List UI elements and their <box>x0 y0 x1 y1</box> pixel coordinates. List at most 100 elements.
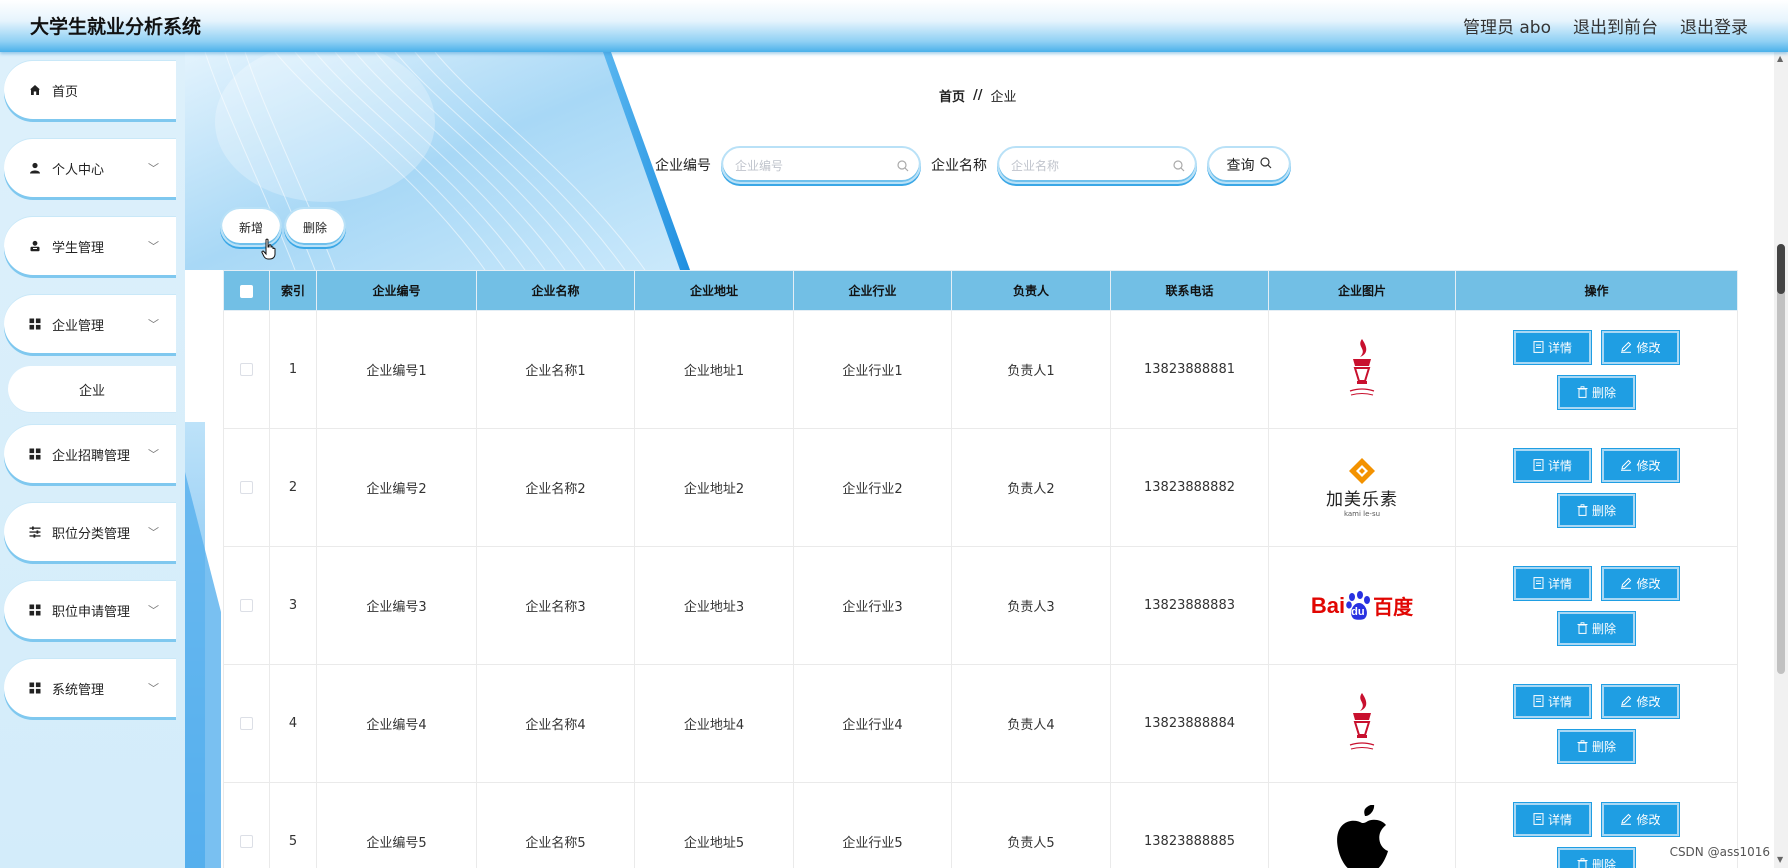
logout-link[interactable]: 退出登录 <box>1680 13 1748 38</box>
row-checkbox[interactable] <box>240 481 253 494</box>
sidebar-item-label: 职位分类管理 <box>52 526 131 542</box>
company-no-input[interactable] <box>735 156 885 176</box>
sidebar-item-position-application[interactable]: 职位申请管理 ﹀ <box>4 581 176 639</box>
edit-button-label: 修改 <box>1636 458 1661 473</box>
edit-button-label: 修改 <box>1636 576 1661 591</box>
cell-company-image <box>1268 782 1456 868</box>
jiamei-logo-text: 加美乐素 <box>1326 490 1398 510</box>
batch-delete-button[interactable]: 删除 <box>284 207 346 247</box>
chevron-down-icon: ﹀ <box>148 682 159 695</box>
edit-button[interactable]: 修改 <box>1601 447 1680 483</box>
sidebar-item-home[interactable]: 首页 <box>4 61 176 119</box>
cell-index: 5 <box>269 782 317 868</box>
detail-button-label: 详情 <box>1547 340 1572 355</box>
delete-button[interactable]: 删除 <box>1557 846 1636 868</box>
scroll-down-arrow-icon[interactable]: ▼ <box>1777 855 1783 864</box>
edit-button[interactable]: 修改 <box>1601 565 1680 601</box>
grid-icon <box>28 603 42 617</box>
delete-button[interactable]: 删除 <box>1557 374 1636 410</box>
edit-button[interactable]: 修改 <box>1601 329 1680 365</box>
row-select[interactable] <box>223 546 270 665</box>
sidebar-item-position-category[interactable]: 职位分类管理 ﹀ <box>4 503 176 561</box>
sidebar-subitem-company[interactable]: 企业 <box>8 366 176 412</box>
sidebar-item-label: 系统管理 <box>52 682 105 698</box>
cell-phone: 13823888883 <box>1110 546 1269 665</box>
chevron-down-icon: ﹀ <box>148 448 159 461</box>
table-header-row: 索引 企业编号 企业名称 企业地址 企业行业 负责人 联系电话 企业图片 操作 <box>223 270 1738 311</box>
sidebar-item-recruitment-management[interactable]: 企业招聘管理 ﹀ <box>4 425 176 483</box>
cell-owner: 负责人1 <box>951 310 1111 429</box>
row-checkbox[interactable] <box>240 363 253 376</box>
cell-company-name: 企业名称5 <box>476 782 635 868</box>
row-checkbox[interactable] <box>240 717 253 730</box>
edit-button[interactable]: 修改 <box>1601 683 1680 719</box>
column-header-company-image: 企业图片 <box>1268 270 1456 311</box>
row-select[interactable] <box>223 664 270 783</box>
chevron-down-icon: ﹀ <box>148 162 159 175</box>
company-no-field[interactable] <box>721 146 921 184</box>
sidebar-item-system-management[interactable]: 系统管理 ﹀ <box>4 659 176 717</box>
detail-button[interactable]: 详情 <box>1513 801 1592 837</box>
delete-button-label: 删除 <box>1591 739 1616 754</box>
cell-phone: 13823888884 <box>1110 664 1269 783</box>
cell-company-address: 企业地址1 <box>634 310 794 429</box>
column-header-phone: 联系电话 <box>1110 270 1269 311</box>
edit-button[interactable]: 修改 <box>1601 801 1680 837</box>
scrollbar-track-fill <box>1777 244 1785 674</box>
scrollbar-thumb[interactable] <box>1777 244 1785 294</box>
sidebar-item-personal-center[interactable]: 个人中心 ﹀ <box>4 139 176 197</box>
detail-button[interactable]: 详情 <box>1513 683 1592 719</box>
cell-company-name: 企业名称4 <box>476 664 635 783</box>
query-button[interactable]: 查询 <box>1207 146 1291 184</box>
detail-button-label: 详情 <box>1547 694 1572 709</box>
delete-button[interactable]: 删除 <box>1557 728 1636 764</box>
search-bar: 企业编号 企业名称 查询 <box>655 146 1291 184</box>
action-row: 新增 删除 <box>220 207 346 247</box>
scroll-up-arrow-icon[interactable]: ▲ <box>1777 54 1783 63</box>
cell-company-no: 企业编号1 <box>316 310 477 429</box>
breadcrumb-separator: // <box>973 88 983 103</box>
delete-button[interactable]: 删除 <box>1557 610 1636 646</box>
company-name-input[interactable] <box>1011 156 1161 176</box>
column-header-index: 索引 <box>269 270 317 311</box>
row-checkbox[interactable] <box>240 835 253 848</box>
row-select[interactable] <box>223 782 270 868</box>
back-to-frontend-link[interactable]: 退出到前台 <box>1573 13 1658 38</box>
table-row[interactable]: 5 企业编号5 企业名称5 企业地址5 企业行业5 负责人5 138238888… <box>223 782 1738 868</box>
row-select[interactable] <box>223 310 270 429</box>
search-icon <box>897 157 909 176</box>
header-select-all[interactable] <box>223 270 270 311</box>
trash-icon <box>1577 740 1588 752</box>
column-header-company-no: 企业编号 <box>316 270 477 311</box>
baidu-logo-paw: du <box>1345 590 1373 621</box>
detail-button[interactable]: 详情 <box>1513 565 1592 601</box>
breadcrumb-home[interactable]: 首页 <box>939 86 965 105</box>
delete-button[interactable]: 删除 <box>1557 492 1636 528</box>
page-scrollbar[interactable]: ▲ ▼ <box>1774 52 1788 868</box>
cell-phone: 13823888881 <box>1110 310 1269 429</box>
edit-icon <box>1621 459 1632 471</box>
company-name-field[interactable] <box>997 146 1197 184</box>
column-header-company-address: 企业地址 <box>634 270 794 311</box>
sidebar-item-student-management[interactable]: 学生管理 ﹀ <box>4 217 176 275</box>
select-all-checkbox[interactable] <box>240 284 253 298</box>
table-row[interactable]: 1 企业编号1 企业名称1 企业地址1 企业行业1 负责人1 138238888… <box>223 310 1738 429</box>
detail-button[interactable]: 详情 <box>1513 447 1592 483</box>
sidebar-item-company-management[interactable]: 企业管理 ﹀ <box>4 295 176 353</box>
row-select[interactable] <box>223 428 270 547</box>
admin-user-link[interactable]: 管理员 abo <box>1463 13 1551 38</box>
delete-button-label: 删除 <box>1591 503 1616 518</box>
column-header-company-name: 企业名称 <box>476 270 635 311</box>
student-icon <box>28 239 42 253</box>
table-row[interactable]: 3 企业编号3 企业名称3 企业地址3 企业行业3 负责人3 138238888… <box>223 546 1738 665</box>
cell-company-image <box>1268 310 1456 429</box>
detail-button[interactable]: 详情 <box>1513 329 1592 365</box>
baidu-logo-bai: Bai <box>1310 592 1346 618</box>
row-checkbox[interactable] <box>240 599 253 612</box>
document-icon <box>1533 577 1544 589</box>
chevron-down-icon: ﹀ <box>148 604 159 617</box>
table-row[interactable]: 4 企业编号4 企业名称4 企业地址4 企业行业4 负责人4 138238888… <box>223 664 1738 783</box>
table-row[interactable]: 2 企业编号2 企业名称2 企业地址2 企业行业2 负责人2 138238888… <box>223 428 1738 547</box>
top-bar: 大学生就业分析系统 管理员 abo 退出到前台 退出登录 <box>0 0 1788 52</box>
chevron-down-icon: ﹀ <box>148 240 159 253</box>
